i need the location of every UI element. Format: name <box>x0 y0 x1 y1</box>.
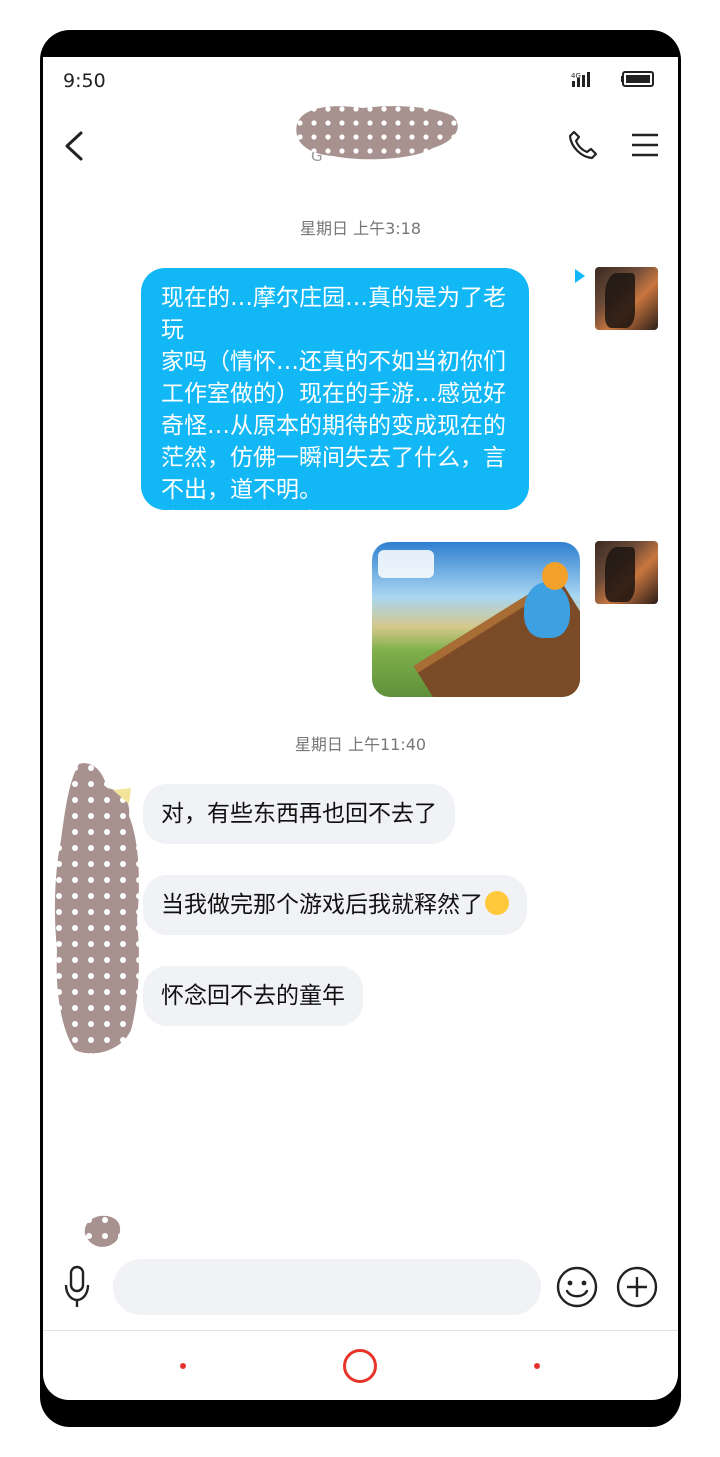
outgoing-message-bubble[interactable]: 现在的…摩尔庄园…真的是为了老玩 家吗（情怀…还真的不如当初你们 工作室做的）现… <box>141 268 529 535</box>
status-time: 9:50 <box>63 70 106 92</box>
game-logo-icon <box>378 550 434 578</box>
nav-back-button[interactable] <box>534 1363 540 1369</box>
nav-menu-button[interactable] <box>180 1363 186 1369</box>
bubble-tail <box>575 269 585 283</box>
emoji-icon[interactable] <box>555 1265 599 1309</box>
phone-call-icon[interactable] <box>567 129 599 161</box>
nav-divider <box>43 1330 678 1331</box>
redaction-scribble <box>296 106 458 160</box>
laughing-emoji-icon <box>485 891 509 915</box>
message-input[interactable] <box>113 1259 541 1315</box>
redaction-scribble <box>54 763 140 1054</box>
redaction-scribble <box>84 1215 121 1247</box>
message-timestamp: 星期日 上午3:18 <box>299 219 422 238</box>
self-avatar[interactable] <box>595 267 658 330</box>
incoming-message-bubble[interactable]: 当我做完那个游戏后我就释然了 <box>143 875 527 935</box>
chat-screen: 9:50 4G G 星期日 上午3:18 现在的…摩尔庄园…真的是为了老玩 家吗… <box>43 57 678 1400</box>
incoming-message-bubble[interactable]: 怀念回不去的童年 <box>143 966 363 1026</box>
image-message-thumbnail[interactable] <box>372 542 580 697</box>
battery-icon <box>621 71 654 87</box>
incoming-message-bubble[interactable]: 对，有些东西再也回不去了 <box>143 784 455 844</box>
message-timestamp: 星期日 上午11:40 <box>294 735 427 754</box>
back-chevron-icon[interactable] <box>61 129 87 163</box>
microphone-icon[interactable] <box>63 1265 91 1309</box>
add-plus-icon[interactable] <box>615 1265 659 1309</box>
signal-icon: 4G <box>571 72 590 87</box>
self-avatar[interactable] <box>595 541 658 604</box>
message-text: 当我做完那个游戏后我就释然了 <box>161 892 483 918</box>
nav-home-button[interactable] <box>343 1349 377 1383</box>
menu-icon[interactable] <box>629 130 661 160</box>
